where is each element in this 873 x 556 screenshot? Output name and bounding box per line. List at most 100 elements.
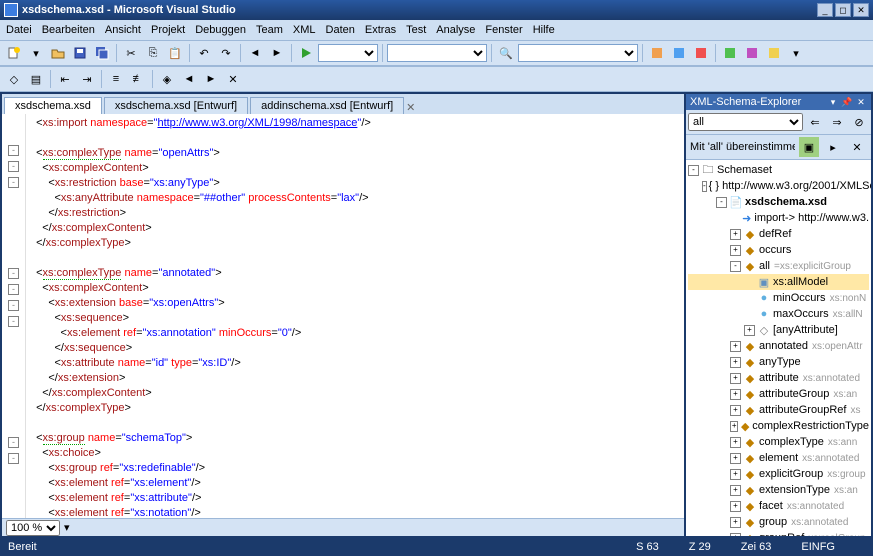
fold-toggle[interactable]: - <box>8 161 19 172</box>
search-nav-button[interactable]: ▸ <box>823 137 843 157</box>
bookmark-prev-button[interactable]: ◄ <box>179 69 199 89</box>
tab-0[interactable]: xsdschema.xsd <box>4 97 102 114</box>
open-button[interactable] <box>48 43 68 63</box>
tb-btn-5[interactable] <box>742 43 762 63</box>
menu-ansicht[interactable]: Ansicht <box>105 24 141 36</box>
panel-clear-button[interactable]: ⊘ <box>849 112 869 132</box>
fold-toggle[interactable]: - <box>8 316 19 327</box>
fold-toggle[interactable]: - <box>8 437 19 448</box>
tree-node-explicitGroup[interactable]: +◆explicitGroupxs:group <box>688 466 869 482</box>
tree-import[interactable]: ➜import-> http://www.w3. <box>688 210 869 226</box>
close-button[interactable]: ✕ <box>853 3 869 17</box>
save-all-button[interactable] <box>92 43 112 63</box>
schema-tree[interactable]: -🗀Schemaset-{ } http://www.w3.org/2001/X… <box>686 160 871 536</box>
tb-btn-4[interactable] <box>720 43 740 63</box>
tree-node-facet[interactable]: +◆facetxs:annotated <box>688 498 869 514</box>
zoom-combo[interactable]: 100 % <box>6 520 60 536</box>
nav-fwd-button[interactable]: ► <box>267 43 287 63</box>
search-close-button[interactable]: ✕ <box>847 137 867 157</box>
tab-1[interactable]: xsdschema.xsd [Entwurf] <box>104 97 248 114</box>
panel-close-button[interactable]: ✕ <box>855 96 867 108</box>
menu-daten[interactable]: Daten <box>326 24 355 36</box>
list-button[interactable]: ▤ <box>26 69 46 89</box>
tree-node-element[interactable]: +◆elementxs:annotated <box>688 450 869 466</box>
tree-node-minOccurs[interactable]: ●minOccursxs:nonN <box>688 290 869 306</box>
find-combo[interactable] <box>518 44 638 62</box>
menu-test[interactable]: Test <box>406 24 426 36</box>
tree-node-annotated[interactable]: +◆annotatedxs:openAttr <box>688 338 869 354</box>
tree-node-complexType[interactable]: +◆complexTypexs:ann <box>688 434 869 450</box>
fold-toggle[interactable]: - <box>8 300 19 311</box>
tree-node-occurs[interactable]: +◆occurs <box>688 242 869 258</box>
config-combo[interactable] <box>318 44 378 62</box>
menu-analyse[interactable]: Analyse <box>436 24 475 36</box>
fold-toggle[interactable]: - <box>8 284 19 295</box>
indent-inc-button[interactable]: ⇥ <box>77 69 97 89</box>
panel-back-button[interactable]: ⇐ <box>805 112 825 132</box>
code-body[interactable]: <xs:import namespace="http://www.w3.org/… <box>26 114 684 518</box>
find-button[interactable]: 🔍 <box>496 43 516 63</box>
copy-button[interactable]: ⎘ <box>143 43 163 63</box>
redo-button[interactable]: ↷ <box>216 43 236 63</box>
tree-ns[interactable]: -{ } http://www.w3.org/2001/XMLSche <box>688 178 869 194</box>
start-debug-button[interactable] <box>296 43 316 63</box>
tree-node-xs:allModel[interactable]: ▣xs:allModel <box>688 274 869 290</box>
menu-hilfe[interactable]: Hilfe <box>533 24 555 36</box>
menu-bearbeiten[interactable]: Bearbeiten <box>42 24 95 36</box>
platform-combo[interactable] <box>387 44 487 62</box>
fold-toggle[interactable]: - <box>8 268 19 279</box>
panel-pin-button[interactable]: 📌 <box>841 96 853 108</box>
minimize-button[interactable]: _ <box>817 3 833 17</box>
tb-btn-3[interactable] <box>691 43 711 63</box>
paste-button[interactable]: 📋 <box>165 43 185 63</box>
tree-file[interactable]: -📄xsdschema.xsd <box>688 194 869 210</box>
filter-combo[interactable]: all <box>688 113 803 131</box>
tb-btn-2[interactable] <box>669 43 689 63</box>
tb-btn-7[interactable]: ▾ <box>786 43 806 63</box>
tree-node-attribute[interactable]: +◆attributexs:annotated <box>688 370 869 386</box>
tree-root[interactable]: -🗀Schemaset <box>688 162 869 178</box>
fold-gutter[interactable]: --------- <box>2 114 26 518</box>
nav-back-button[interactable]: ◄ <box>245 43 265 63</box>
bookmark-button[interactable]: ◈ <box>157 69 177 89</box>
menu-datei[interactable]: Datei <box>6 24 32 36</box>
uncomment-button[interactable]: ≢ <box>128 69 148 89</box>
save-button[interactable] <box>70 43 90 63</box>
new-file-button[interactable]: ▾ <box>26 43 46 63</box>
tb-btn-1[interactable] <box>647 43 667 63</box>
tree-node-all[interactable]: -◆all=xs:explicitGroup <box>688 258 869 274</box>
menu-fenster[interactable]: Fenster <box>485 24 522 36</box>
fold-toggle[interactable]: - <box>8 453 19 464</box>
panel-dropdown-button[interactable]: ▾ <box>827 96 839 108</box>
code-editor[interactable]: --------- <xs:import namespace="http://w… <box>2 114 684 518</box>
members-button[interactable]: ◇ <box>4 69 24 89</box>
bookmark-next-button[interactable]: ► <box>201 69 221 89</box>
menu-extras[interactable]: Extras <box>365 24 396 36</box>
tree-node-attributeGroupRef[interactable]: +◆attributeGroupRefxs <box>688 402 869 418</box>
menu-projekt[interactable]: Projekt <box>151 24 185 36</box>
tree-node-[anyAttribute][interactable]: +◇[anyAttribute] <box>688 322 869 338</box>
menu-xml[interactable]: XML <box>293 24 316 36</box>
tree-node-defRef[interactable]: +◆defRef <box>688 226 869 242</box>
tree-node-group[interactable]: +◆groupxs:annotated <box>688 514 869 530</box>
search-result-button[interactable]: ▣ <box>799 137 819 157</box>
restore-button[interactable]: ◻ <box>835 3 851 17</box>
indent-dec-button[interactable]: ⇤ <box>55 69 75 89</box>
panel-fwd-button[interactable]: ⇒ <box>827 112 847 132</box>
new-project-button[interactable] <box>4 43 24 63</box>
bookmark-clear-button[interactable]: ✕ <box>223 69 243 89</box>
tree-node-complexRestrictionType[interactable]: +◆complexRestrictionType <box>688 418 869 434</box>
tab-2[interactable]: addinschema.xsd [Entwurf] <box>250 97 404 114</box>
undo-button[interactable]: ↶ <box>194 43 214 63</box>
cut-button[interactable]: ✂ <box>121 43 141 63</box>
tree-node-attributeGroup[interactable]: +◆attributeGroupxs:an <box>688 386 869 402</box>
menu-debuggen[interactable]: Debuggen <box>195 24 246 36</box>
tb-btn-6[interactable] <box>764 43 784 63</box>
fold-toggle[interactable]: - <box>8 145 19 156</box>
tree-node-anyType[interactable]: +◆anyType <box>688 354 869 370</box>
tree-node-extensionType[interactable]: +◆extensionTypexs:an <box>688 482 869 498</box>
comment-button[interactable]: ≡ <box>106 69 126 89</box>
tree-node-maxOccurs[interactable]: ●maxOccursxs:allN <box>688 306 869 322</box>
menu-team[interactable]: Team <box>256 24 283 36</box>
tree-node-groupRef[interactable]: +◆groupRefxs:realGroup <box>688 530 869 536</box>
